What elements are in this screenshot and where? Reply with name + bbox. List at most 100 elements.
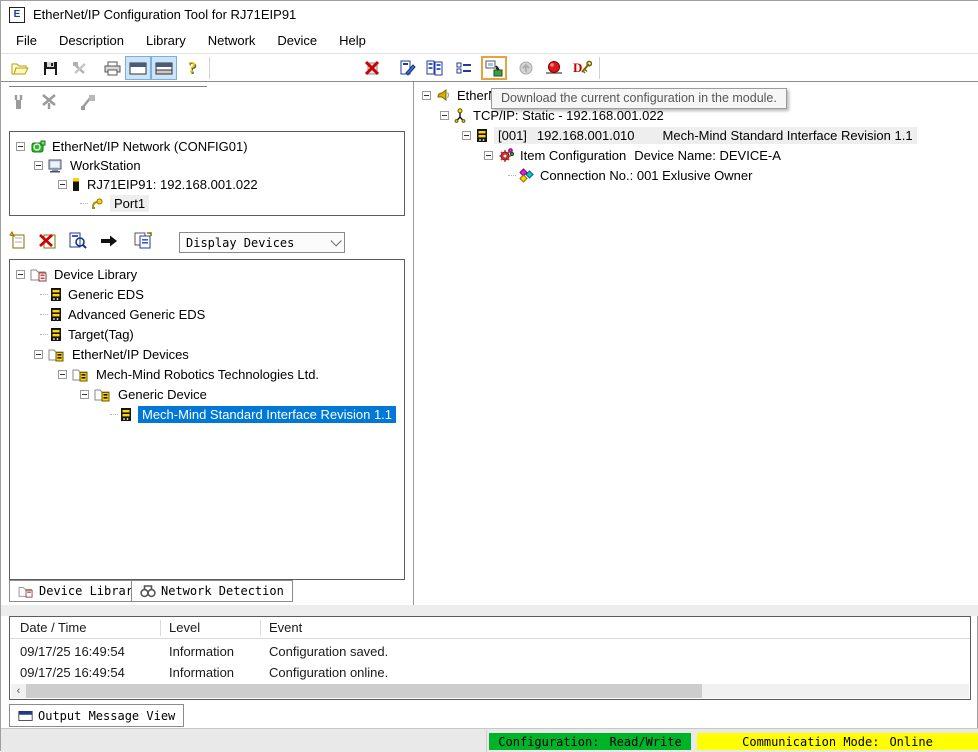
window-icon [18,710,33,722]
tree-node-workstation[interactable]: WorkStation [34,156,141,175]
tree-label[interactable]: EtherNet/IP Devices [72,347,189,362]
output-message-panel: Date / Time Level Event 09/17/25 16:49:5… [9,616,971,700]
column-separator [160,620,161,636]
tree-node-target-tag[interactable]: Target(Tag) [40,325,134,344]
tab-device-library[interactable]: Device Library [9,580,149,602]
tab-network-detection[interactable]: Network Detection [131,580,293,602]
tree-node-mechmind-interface[interactable]: Mech-Mind Standard Interface Revision 1.… [110,405,396,424]
tree-label[interactable]: Advanced Generic EDS [68,307,205,322]
collapse-icon[interactable] [34,350,43,359]
main-toolbar: ? D [1,53,978,82]
tree-node-device-001[interactable]: [001] 192.168.001.010 Mech-Mind Standard… [462,126,917,145]
tree-label[interactable]: RJ71EIP91: 192.168.001.022 [87,177,258,192]
tree-label[interactable]: Port1 [110,195,149,212]
delete-configuration-button[interactable] [359,56,385,80]
tree-node-generic-device[interactable]: Generic Device [80,385,207,404]
tree-node-connection[interactable]: Connection No.: 001 Exlusive Owner [508,166,752,185]
upload-icon [518,60,535,76]
find-device-button[interactable] [67,231,87,253]
window-layout-2-button[interactable] [151,56,177,80]
tree-label[interactable]: Mech-Mind Robotics Technologies Ltd. [96,367,319,382]
horizontal-splitter[interactable] [1,605,978,616]
collapse-icon[interactable] [462,131,471,140]
display-filter-dropdown[interactable]: Display Devices [179,232,345,253]
menu-help[interactable]: Help [328,30,377,51]
menu-device[interactable]: Device [266,30,328,51]
config-tree-panel: EtherNet/IP TCP/IP: Static - 192.168.001… [414,82,978,605]
tree-label-highlighted[interactable]: [001] 192.168.001.010 Mech-Mind Standard… [494,127,917,144]
column-date-time[interactable]: Date / Time [20,620,86,635]
collapse-icon[interactable] [16,270,25,279]
horizontal-scrollbar[interactable]: ‹ [11,684,969,698]
device-icon [120,407,132,422]
save-button[interactable] [37,56,63,80]
tree-label[interactable]: Target(Tag) [68,327,134,342]
device-folder-icon [94,387,112,402]
crimp-tool-button-disabled[interactable] [11,93,27,114]
add-device-button[interactable] [9,231,29,253]
verify-device-button[interactable] [395,56,421,80]
upload-button-disabled[interactable] [513,56,539,80]
probe-tool-button-disabled[interactable] [79,93,97,114]
tree-node-ethernet-network[interactable]: EtherNet/IP Network (CONFIG01) [16,137,248,156]
tree-node-device-library[interactable]: Device Library [16,265,137,284]
save-icon [43,61,58,76]
tree-node-rj71eip91[interactable]: RJ71EIP91: 192.168.001.022 [58,175,258,194]
tree-label[interactable]: EtherNet/IP Network (CONFIG01) [52,139,248,154]
tree-node-generic-eds[interactable]: Generic EDS [40,285,144,304]
collapse-icon[interactable] [34,161,43,170]
tree-label[interactable]: Generic EDS [68,287,144,302]
device-list-icon [426,60,443,76]
menu-file[interactable]: File [5,30,48,51]
print-icon [104,61,121,76]
item-list-button[interactable] [451,56,477,80]
collapse-icon[interactable] [80,390,89,399]
tree-node-port1[interactable]: Port1 [80,194,149,213]
diagnostics-button[interactable]: D [569,56,595,80]
tree-label-selected[interactable]: Mech-Mind Standard Interface Revision 1.… [138,406,396,423]
download-button[interactable] [481,56,507,80]
log-event: Configuration online. [269,665,388,680]
tree-label[interactable]: TCP/IP: Static - 192.168.001.022 [473,108,664,123]
collapse-icon[interactable] [484,151,493,160]
move-device-button[interactable] [100,234,118,251]
menu-library[interactable]: Library [135,30,197,51]
open-button[interactable] [7,56,33,80]
print-button[interactable] [99,56,125,80]
scrollbar-thumb[interactable] [26,684,702,698]
window-layout-1-button[interactable] [125,56,151,80]
tools-icon [72,61,88,76]
cut-tool-button-disabled[interactable] [41,93,59,114]
tools-button-disabled[interactable] [67,56,93,80]
log-event: Configuration saved. [269,644,388,659]
tree-label[interactable]: Generic Device [118,387,207,402]
device-library-panel: Device Library Generic EDS Advanced Gene… [9,259,405,580]
device-icon [50,287,62,302]
tree-node-mechmind-vendor[interactable]: Mech-Mind Robotics Technologies Ltd. [58,365,319,384]
svg-text:D: D [573,60,582,75]
menu-description[interactable]: Description [48,30,135,51]
copy-device-button[interactable] [133,231,153,253]
menu-network[interactable]: Network [197,30,267,51]
tree-label[interactable]: Item Configuration Device Name: DEVICE-A [520,148,781,163]
collapse-icon[interactable] [16,142,25,151]
cut-tool-icon [41,93,59,111]
tree-node-item-configuration[interactable]: Item Configuration Device Name: DEVICE-A [484,146,781,165]
tree-label[interactable]: Device Library [54,267,137,282]
column-event[interactable]: Event [269,620,302,635]
tree-label[interactable]: Connection No.: 001 Exlusive Owner [540,168,752,183]
scroll-left-arrow-icon[interactable]: ‹ [11,684,26,698]
collapse-icon[interactable] [58,180,67,189]
collapse-icon[interactable] [440,111,449,120]
help-button[interactable]: ? [179,56,205,80]
device-list-button[interactable] [421,56,447,80]
column-level[interactable]: Level [169,620,200,635]
go-online-button[interactable] [541,56,567,80]
collapse-icon[interactable] [58,370,67,379]
collapse-icon[interactable] [422,91,431,100]
tab-output-message-view[interactable]: Output Message View [9,704,184,727]
tree-node-ethernetip-devices[interactable]: EtherNet/IP Devices [34,345,189,364]
tree-label[interactable]: WorkStation [70,158,141,173]
tree-node-advanced-generic-eds[interactable]: Advanced Generic EDS [40,305,205,324]
delete-device-button[interactable] [38,231,58,253]
